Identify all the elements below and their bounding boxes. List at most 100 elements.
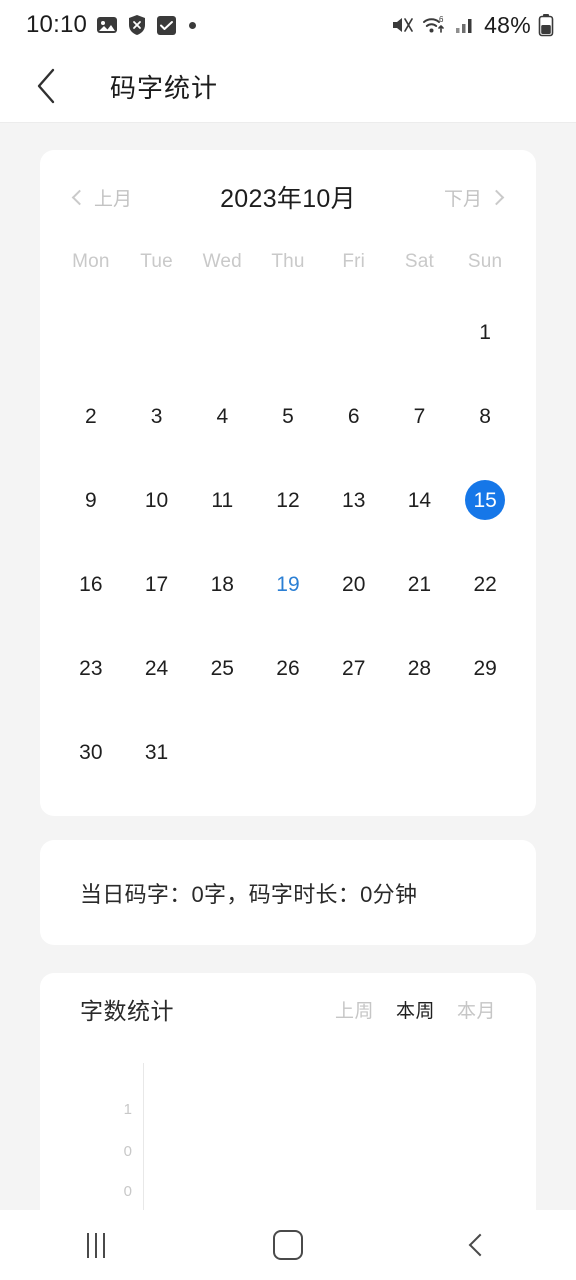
calendar-day-cell[interactable]: 7 [387, 374, 453, 458]
calendar-day-cell[interactable]: 4 [189, 374, 255, 458]
weekday-label: Fri [342, 251, 366, 272]
nav-back-button[interactable] [420, 1210, 540, 1280]
back-button[interactable] [24, 63, 70, 109]
calendar-day-label [334, 312, 374, 352]
calendar-day-label [399, 312, 439, 352]
calendar-day-cell[interactable]: 22 [452, 542, 518, 626]
y-axis-tick-label: 0 [123, 1143, 132, 1160]
next-month-button[interactable]: 下月 [406, 184, 505, 211]
calendar-day-cell[interactable]: 14 [387, 458, 453, 542]
calendar-day-label: 25 [210, 656, 234, 680]
calendar-day-label [334, 732, 374, 772]
calendar-day-label: 6 [347, 404, 360, 428]
calendar-day-cell[interactable]: 28 [387, 626, 453, 710]
calendar-day-empty [321, 710, 387, 794]
calendar-grid: 1 2 3 4 5 6 7 8 9 10 11 12 13 14 15 16 17 18 19 20 21 22 23 24 2… [40, 290, 536, 794]
calendar-day-label: 28 [407, 656, 432, 680]
calendar-day-cell[interactable]: 1 [452, 290, 518, 374]
nav-home-button[interactable] [228, 1210, 348, 1280]
calendar-day-cell[interactable]: 12 [255, 458, 321, 542]
calendar-week-row: 30 31 [40, 710, 536, 794]
calendar-day-cell[interactable]: 25 [189, 626, 255, 710]
calendar-card: 上月 2023年10月 下月 Mon Tue Wed Thu Fri Sat S… [40, 150, 536, 816]
calendar-day-cell[interactable]: 13 [321, 458, 387, 542]
calendar-day-cell[interactable]: 10 [124, 458, 190, 542]
calendar-day-cell[interactable]: 23 [58, 626, 124, 710]
calendar-day-label: 1 [479, 320, 491, 344]
calendar-day-label [268, 732, 308, 772]
calendar-day-label: 19 [276, 572, 300, 596]
calendar-day-cell[interactable]: 5 [255, 374, 321, 458]
dot-icon [189, 21, 197, 29]
tab-this-month[interactable]: 本月 [457, 996, 496, 1023]
calendar-day-cell[interactable]: 3 [124, 374, 190, 458]
calendar-day-label: 3 [150, 404, 163, 428]
calendar-day-cell[interactable]: 27 [321, 626, 387, 710]
y-tick-group: 1 [40, 1101, 132, 1118]
battery-icon [538, 14, 554, 37]
calendar-day-cell[interactable]: 20 [321, 542, 387, 626]
calendar-day-cell[interactable]: 30 [58, 710, 124, 794]
prev-month-button[interactable]: 上月 [71, 184, 170, 211]
calendar-day-cell[interactable]: 6 [321, 374, 387, 458]
calendar-day-label: 7 [413, 404, 426, 428]
page-title: 码字统计 [110, 72, 219, 103]
calendar-day-label: 29 [473, 656, 497, 680]
status-bar-right: 6 48% [391, 12, 554, 39]
calendar-day-cell[interactable]: 26 [255, 626, 321, 710]
calendar-day-label: 4 [216, 404, 229, 428]
chart-title: 字数统计 [80, 998, 174, 1024]
calendar-day-cell[interactable]: 31 [124, 710, 190, 794]
calendar-day-label: 13 [342, 488, 366, 512]
calendar-day-cell[interactable]: 16 [58, 542, 124, 626]
calendar-day-label: 30 [79, 740, 103, 764]
status-clock: 10:10 [26, 11, 88, 38]
calendar-week-row: 1 [40, 290, 536, 374]
tab-last-week[interactable]: 上周 [335, 996, 374, 1023]
calendar-day-label: 9 [85, 488, 97, 512]
calendar-day-label: 27 [342, 656, 366, 680]
weekday-label: Mon [72, 251, 110, 272]
daily-summary-card: 当日码字：0字，码字时长：0分钟 [40, 840, 536, 945]
calendar-day-empty [255, 710, 321, 794]
weekday-label: Thu [271, 251, 305, 272]
calendar-day-cell[interactable]: 24 [124, 626, 190, 710]
calendar-day-label: 31 [144, 740, 169, 764]
calendar-day-label [202, 732, 242, 772]
calendar-day-label: 2 [85, 404, 97, 428]
next-month-label: 下月 [443, 188, 482, 210]
battery-percent-label: 48% [484, 11, 531, 38]
shield-x-icon [129, 15, 146, 35]
calendar-day-cell[interactable]: 18 [189, 542, 255, 626]
daily-summary-text: 当日码字：0字，码字时长：0分钟 [80, 881, 418, 907]
weekday-label: Wed [202, 251, 242, 272]
calendar-day-cell[interactable]: 8 [452, 374, 518, 458]
nav-recents-button[interactable] [36, 1210, 156, 1280]
system-navigation-bar [0, 1210, 576, 1280]
calendar-day-cell[interactable]: 19 [255, 542, 321, 626]
scroll-content: 上月 2023年10月 下月 Mon Tue Wed Thu Fri Sat S… [0, 124, 576, 1280]
signal-icon [456, 19, 472, 33]
y-axis-tick-label: 0 [123, 1183, 132, 1200]
calendar-day-label [399, 732, 439, 772]
calendar-day-cell[interactable]: 29 [452, 626, 518, 710]
calendar-day-label: 23 [79, 656, 103, 680]
calendar-day-cell[interactable]: 2 [58, 374, 124, 458]
calendar-day-cell[interactable]: 15 [452, 458, 518, 542]
calendar-day-label: 17 [144, 572, 169, 596]
chart-card-header: 字数统计 上周 本周 本月 [40, 973, 536, 1045]
y-axis-tick-label: 1 [123, 1101, 132, 1118]
calendar-day-cell[interactable]: 9 [58, 458, 124, 542]
mute-icon [393, 18, 413, 32]
calendar-day-empty [124, 290, 190, 374]
home-icon [273, 1230, 303, 1260]
calendar-day-cell[interactable]: 21 [387, 542, 453, 626]
calendar-day-cell[interactable]: 11 [189, 458, 255, 542]
calendar-day-empty [321, 290, 387, 374]
calendar-day-label: 10 [144, 488, 169, 512]
calendar-day-cell[interactable]: 17 [124, 542, 190, 626]
tab-this-week[interactable]: 本周 [396, 996, 435, 1023]
calendar-day-label: 22 [473, 572, 497, 596]
calendar-day-label: 20 [342, 572, 366, 596]
calendar-day-empty [189, 710, 255, 794]
